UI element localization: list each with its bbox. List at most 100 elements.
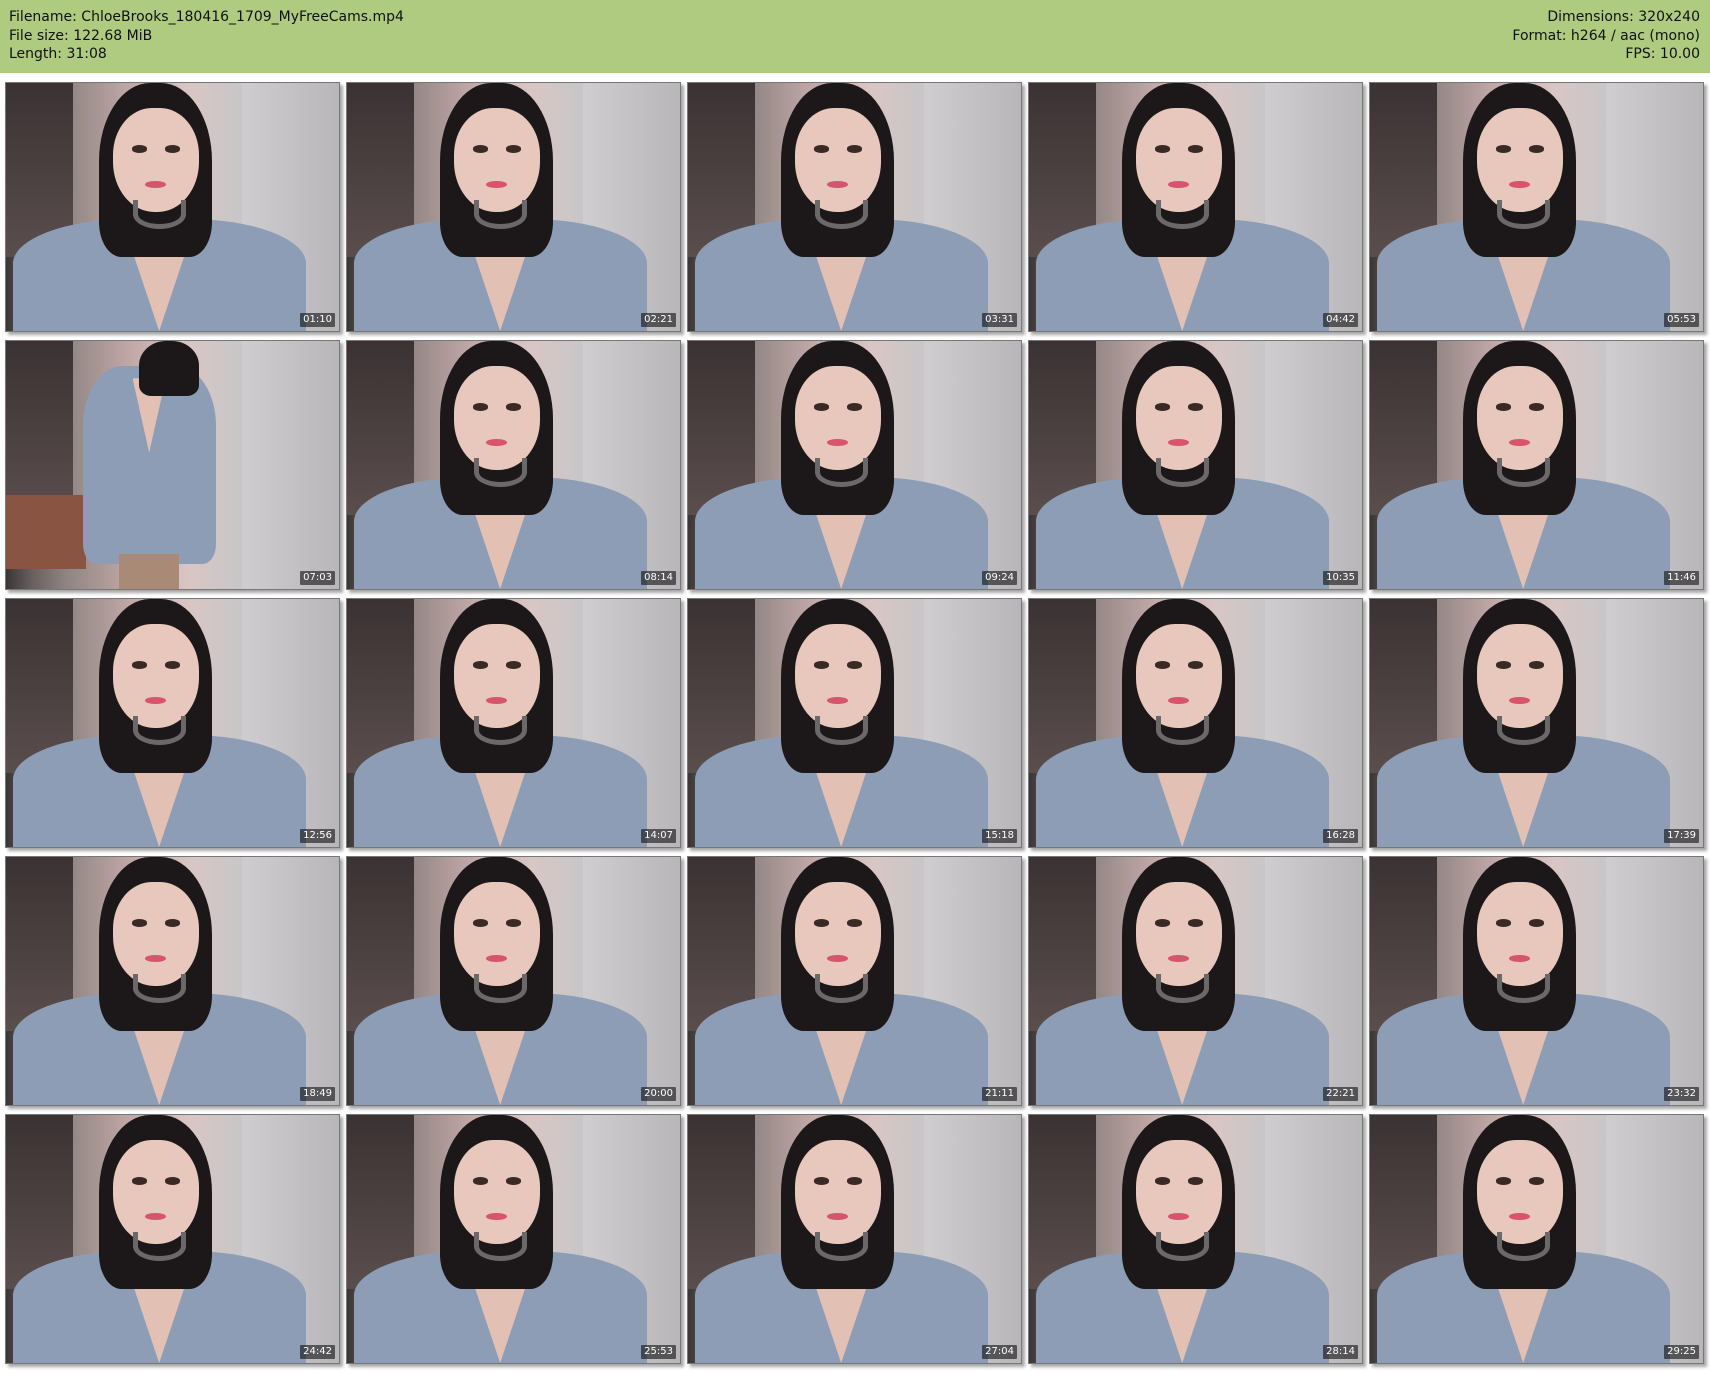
necklace [1496,973,1550,1004]
video-frame-thumbnail[interactable]: 12:56 [5,598,340,848]
video-frame-thumbnail[interactable]: 23:32 [1369,856,1704,1106]
left-eye [472,661,489,669]
frame-timestamp: 02:21 [641,313,676,327]
left-eye [1495,1177,1512,1185]
left-eye [813,403,830,411]
video-frame-thumbnail[interactable]: 21:11 [687,856,1022,1106]
person-face [794,881,882,986]
right-eye [1528,1177,1545,1185]
video-frame-thumbnail[interactable]: 09:24 [687,340,1022,590]
person-face [112,107,200,212]
right-eye [1187,1177,1204,1185]
frame-timestamp: 20:00 [641,1087,676,1101]
person-face [1135,1139,1223,1244]
lips [486,180,508,188]
person-face [794,1139,882,1244]
necklace [473,715,527,746]
necklace [1155,199,1209,230]
frame-timestamp: 24:42 [300,1345,335,1359]
background-wall [242,341,339,589]
video-info: Dimensions: 320x240 Format: h264 / aac (… [1512,8,1700,64]
video-frame-thumbnail[interactable]: 02:21 [346,82,681,332]
person-legs [119,554,180,589]
left-eye [131,145,148,153]
person-face [794,107,882,212]
file-info: Filename: ChloeBrooks_180416_1709_MyFree… [9,8,404,64]
lips [827,438,849,446]
video-frame-thumbnail[interactable]: 15:18 [687,598,1022,848]
right-eye [505,1177,522,1185]
video-frame-thumbnail[interactable]: 03:31 [687,82,1022,332]
frame-timestamp: 23:32 [1664,1087,1699,1101]
video-frame-thumbnail[interactable]: 17:39 [1369,598,1704,848]
lips [1168,696,1190,704]
video-frame-thumbnail[interactable]: 07:03 [5,340,340,590]
left-eye [131,1177,148,1185]
video-frame-thumbnail[interactable]: 27:04 [687,1114,1022,1364]
video-frame-thumbnail[interactable]: 18:49 [5,856,340,1106]
frame-timestamp: 12:56 [300,829,335,843]
video-frame-thumbnail[interactable]: 14:07 [346,598,681,848]
necklace [132,199,186,230]
background-cabinet [6,341,73,515]
format-text: Format: h264 / aac (mono) [1512,27,1700,44]
necklace [132,973,186,1004]
video-frame-thumbnail[interactable]: 11:46 [1369,340,1704,590]
person-face [1135,107,1223,212]
right-eye [164,919,181,927]
video-frame-thumbnail[interactable]: 28:14 [1028,1114,1363,1364]
person-hair [139,341,200,396]
necklace [473,457,527,488]
necklace [132,1231,186,1262]
person-face [794,365,882,470]
person-face [453,107,541,212]
lips [145,954,167,962]
right-eye [1528,403,1545,411]
necklace [1155,973,1209,1004]
person-face [1135,623,1223,728]
dimensions-text: Dimensions: 320x240 [1547,9,1700,25]
right-eye [1187,403,1204,411]
necklace [814,199,868,230]
right-eye [505,661,522,669]
video-frame-thumbnail[interactable]: 08:14 [346,340,681,590]
video-frame-thumbnail[interactable]: 16:28 [1028,598,1363,848]
person-face [112,881,200,986]
video-frame-thumbnail[interactable]: 29:25 [1369,1114,1704,1364]
right-eye [846,661,863,669]
lips [486,1212,508,1220]
frame-timestamp: 22:21 [1323,1087,1358,1101]
video-frame-thumbnail[interactable]: 20:00 [346,856,681,1106]
lips [1509,954,1531,962]
necklace [1155,457,1209,488]
left-eye [813,145,830,153]
person-face [1135,881,1223,986]
right-eye [1187,661,1204,669]
right-eye [1187,145,1204,153]
video-frame-thumbnail[interactable]: 22:21 [1028,856,1363,1106]
person-face [112,623,200,728]
video-frame-thumbnail[interactable]: 25:53 [346,1114,681,1364]
frame-timestamp: 11:46 [1664,571,1699,585]
necklace [814,457,868,488]
video-frame-thumbnail[interactable]: 24:42 [5,1114,340,1364]
lips [145,1212,167,1220]
left-eye [472,403,489,411]
video-frame-thumbnail[interactable]: 05:53 [1369,82,1704,332]
person-face [1135,365,1223,470]
left-eye [1154,403,1171,411]
lips [1509,180,1531,188]
lips [1509,696,1531,704]
necklace [814,715,868,746]
lips [145,696,167,704]
frame-timestamp: 15:18 [982,829,1017,843]
frame-timestamp: 04:42 [1323,313,1358,327]
right-eye [1528,145,1545,153]
video-frame-thumbnail[interactable]: 10:35 [1028,340,1363,590]
video-frame-thumbnail[interactable]: 04:42 [1028,82,1363,332]
video-frame-thumbnail[interactable]: 01:10 [5,82,340,332]
frame-timestamp: 01:10 [300,313,335,327]
left-eye [472,1177,489,1185]
person-face [1476,107,1564,212]
right-eye [846,403,863,411]
